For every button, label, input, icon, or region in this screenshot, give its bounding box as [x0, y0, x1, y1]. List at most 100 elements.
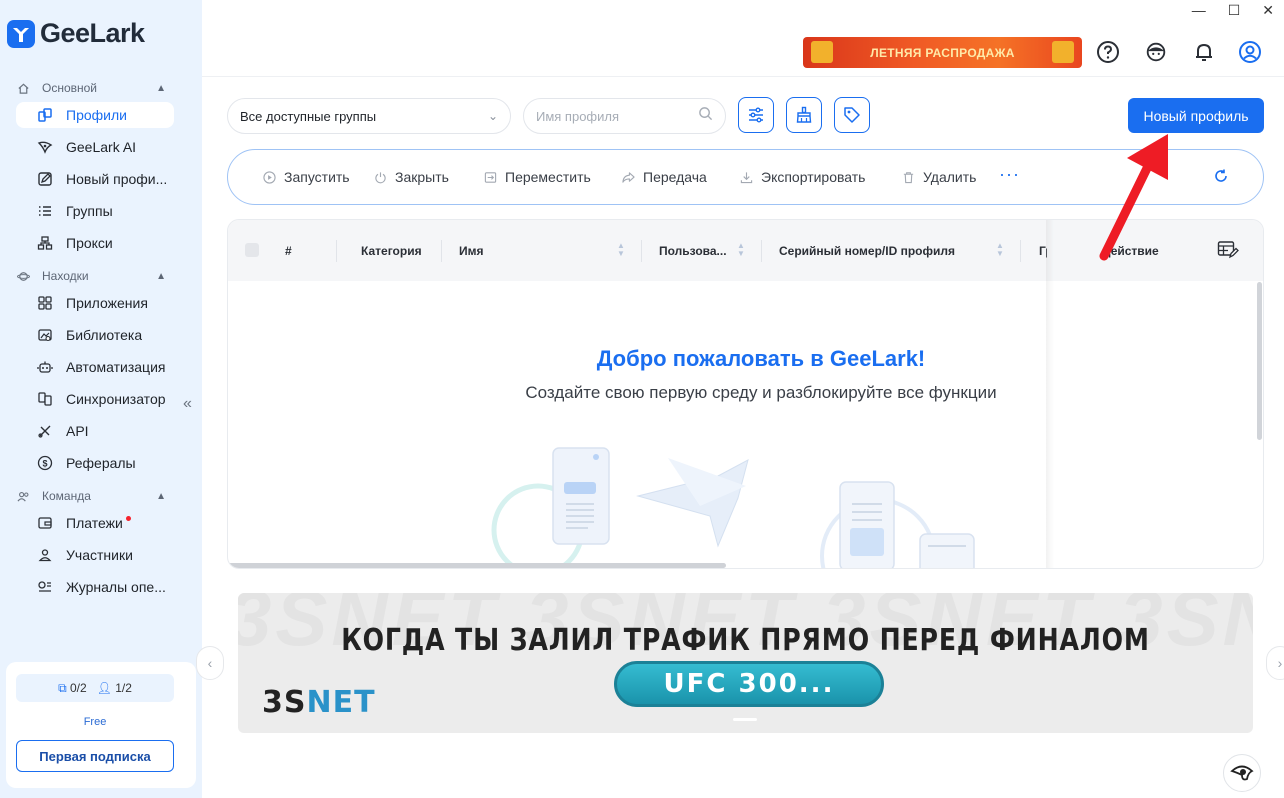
gift-icon	[811, 41, 833, 63]
sidebar-item-label: Группы	[66, 203, 113, 219]
refresh-icon[interactable]	[1213, 168, 1229, 189]
delete-action[interactable]: Удалить	[901, 169, 976, 185]
sidebar-item-proxy[interactable]: Прокси	[16, 230, 174, 256]
sidebar-item-label: Рефералы	[66, 455, 136, 471]
sidebar-item-payments[interactable]: Платежи	[16, 510, 174, 536]
first-subscription-button[interactable]: Первая подписка	[16, 740, 174, 772]
collapse-sidebar-icon[interactable]: «	[183, 395, 192, 413]
banner-next-button[interactable]: ›	[1266, 646, 1284, 680]
profile-search[interactable]	[523, 98, 726, 134]
notification-badge	[125, 515, 131, 521]
sidebar-item-apps[interactable]: Приложения	[16, 290, 174, 316]
vertical-scrollbar[interactable]	[1257, 282, 1262, 440]
profiles-table: # Категория Имя ▲ ▼ Пользова... ▲ ▼ Серийн…	[227, 219, 1264, 569]
sort-icon[interactable]: ▲ ▼	[996, 242, 1004, 258]
tags-button[interactable]	[834, 97, 870, 133]
sidebar-item-logs[interactable]: Журналы опе...	[16, 574, 174, 600]
move-action[interactable]: Переместить	[483, 169, 591, 185]
section-title: Находки	[42, 269, 89, 283]
plan-usage: ⧉ 0/2 👤︎ 1/2	[16, 674, 174, 702]
column-settings-icon[interactable]	[1217, 240, 1239, 265]
window-controls: — ☐ ✕	[1192, 2, 1274, 19]
notifications-icon[interactable]	[1192, 40, 1216, 64]
section-discover-header[interactable]: Находки ▲	[16, 269, 166, 283]
account-avatar-icon[interactable]	[1238, 40, 1262, 64]
sidebar-item-geelark-ai[interactable]: GeeLark AI	[16, 134, 174, 160]
export-action[interactable]: Экспортировать	[739, 169, 865, 185]
filter-sliders-icon	[749, 107, 763, 123]
svg-text:$: $	[42, 459, 47, 469]
sidebar-item-new-profile[interactable]: Новый профи...	[16, 166, 174, 192]
section-title: Основной	[42, 81, 98, 95]
column-serial-id[interactable]: Серийный номер/ID профиля	[779, 244, 955, 258]
banner-prev-button[interactable]: ‹	[196, 646, 224, 680]
banner-pill: UFC 300...	[614, 661, 884, 707]
download-icon	[739, 170, 753, 184]
close-action-label: Закрыть	[395, 169, 449, 185]
more-actions-icon[interactable]: ···	[999, 164, 1020, 185]
help-icon[interactable]	[1096, 40, 1120, 64]
column-separator	[761, 240, 762, 262]
profiles-icon	[36, 106, 54, 124]
start-action[interactable]: Запустить	[262, 169, 350, 185]
new-profile-button[interactable]: Новый профиль	[1128, 98, 1264, 133]
start-action-label: Запустить	[284, 169, 350, 185]
app-name: GeeLark	[40, 18, 145, 48]
planet-icon	[16, 269, 30, 283]
support-agent-icon[interactable]	[1144, 40, 1168, 64]
minimize-button[interactable]: —	[1192, 2, 1206, 19]
group-select[interactable]: Все доступные группы ⌄	[227, 98, 511, 134]
ad-banner[interactable]: 3SNET 3SNET 3SNET 3SNET 3SNET 3SNET КОГД…	[238, 593, 1253, 733]
sidebar-item-api[interactable]: API	[16, 418, 174, 444]
sidebar-item-members[interactable]: Участники	[16, 542, 174, 568]
select-all-checkbox[interactable]	[245, 243, 259, 257]
clean-button[interactable]	[786, 97, 822, 133]
section-main-header[interactable]: Основной ▲	[16, 81, 166, 95]
app-window: GeeLark Основной ▲ Профили GeeLark AI Но…	[0, 0, 1284, 798]
search-input[interactable]	[536, 108, 686, 124]
chevron-up-icon: ▲	[156, 270, 166, 282]
sidebar-item-automation[interactable]: Автоматизация	[16, 354, 174, 380]
sidebar-item-label: Приложения	[66, 295, 148, 311]
welcome-title: Добро пожаловать в GeeLark!	[596, 346, 926, 371]
maximize-button[interactable]: ☐	[1228, 2, 1241, 19]
sidebar-item-label: Автоматизация	[66, 359, 166, 375]
summer-sale-banner[interactable]: ЛЕТНЯЯ РАСПРОДАЖА	[803, 37, 1082, 68]
chevron-down-icon: ⌄	[487, 109, 498, 123]
sidebar-item-library[interactable]: Библиотека	[16, 322, 174, 348]
transfer-action[interactable]: Передача	[621, 169, 707, 185]
move-action-label: Переместить	[505, 169, 591, 185]
close-button[interactable]: ✕	[1262, 2, 1274, 19]
play-icon	[262, 170, 276, 184]
banner-pager[interactable]	[733, 718, 757, 721]
move-icon	[483, 170, 497, 184]
filter-button[interactable]	[738, 97, 774, 133]
column-name[interactable]: Имя	[459, 244, 484, 258]
sort-icon[interactable]: ▲ ▼	[737, 242, 745, 258]
sidebar-item-referrals[interactable]: $ Рефералы	[16, 450, 174, 476]
profile-count: ⧉ 0/2	[58, 681, 87, 696]
column-category: Категория	[361, 244, 422, 258]
sidebar-item-label: Профили	[66, 107, 127, 123]
section-team-header[interactable]: Команда ▲	[16, 489, 166, 503]
gift-icon	[1052, 41, 1074, 63]
tag-icon	[844, 107, 860, 123]
user-icon: 👤︎	[96, 681, 112, 695]
eye-assistant-icon[interactable]	[1223, 754, 1261, 792]
list-icon	[36, 202, 54, 220]
header-divider	[202, 76, 1284, 77]
home-icon	[16, 81, 30, 95]
share-arrow-icon	[621, 170, 635, 184]
power-icon	[373, 170, 387, 184]
horizontal-scrollbar[interactable]	[228, 563, 726, 568]
close-action[interactable]: Закрыть	[373, 169, 449, 185]
column-user[interactable]: Пользова...	[659, 244, 727, 258]
logs-icon	[36, 578, 54, 596]
sort-icon[interactable]: ▲ ▼	[617, 242, 625, 258]
sidebar-item-profiles[interactable]: Профили	[16, 102, 174, 128]
sidebar-item-groups[interactable]: Группы	[16, 198, 174, 224]
sidebar-item-synchronizer[interactable]: Синхронизатор	[16, 386, 174, 412]
logo-part-b: NET	[306, 685, 376, 720]
member-count: 👤︎ 1/2	[97, 681, 132, 695]
profiles-icon: ⧉	[58, 680, 67, 695]
